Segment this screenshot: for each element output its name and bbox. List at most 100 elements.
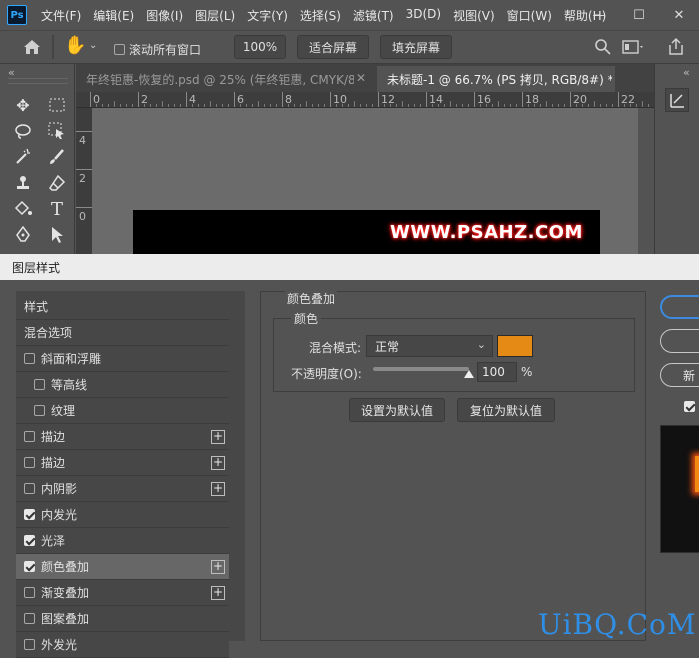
move-tool-icon[interactable]: ✥ bbox=[12, 94, 34, 116]
collapse-panel-icon[interactable]: « bbox=[683, 66, 690, 79]
opacity-slider-thumb[interactable] bbox=[464, 370, 474, 378]
style-list-item[interactable]: 混合选项 bbox=[16, 320, 229, 346]
share-icon[interactable] bbox=[666, 37, 686, 57]
checkbox-icon[interactable] bbox=[24, 483, 35, 494]
style-list-item[interactable]: 描边 + bbox=[16, 450, 229, 476]
style-list-item[interactable]: 描边 + bbox=[16, 424, 229, 450]
right-panel-strip: « bbox=[654, 64, 699, 254]
horizontal-ruler: 02468101214161820222426 bbox=[76, 92, 654, 108]
add-effect-icon[interactable]: + bbox=[211, 456, 225, 470]
search-icon[interactable] bbox=[594, 38, 612, 56]
style-list-label: 描边 bbox=[41, 430, 66, 444]
blend-mode-value: 正常 bbox=[375, 339, 400, 354]
preview-checkbox[interactable] bbox=[684, 401, 695, 415]
zoom-100-button[interactable]: 100% bbox=[234, 35, 286, 59]
ruler-minor-tick bbox=[162, 101, 163, 107]
home-icon[interactable] bbox=[20, 37, 44, 57]
opacity-slider-track[interactable] bbox=[373, 367, 469, 371]
style-list-item[interactable]: 颜色叠加 + bbox=[16, 554, 229, 580]
maximize-icon[interactable]: ☐ bbox=[619, 0, 659, 30]
menu-item[interactable]: 视图(V) bbox=[447, 7, 501, 24]
style-list-item[interactable]: 样式 bbox=[16, 294, 229, 320]
properties-panel-icon[interactable] bbox=[665, 88, 689, 112]
style-list-item[interactable]: 内阴影 + bbox=[16, 476, 229, 502]
reset-default-button[interactable]: 复位为默认值 bbox=[457, 398, 555, 422]
style-list-label: 等高线 bbox=[51, 378, 88, 392]
close-tab-icon[interactable]: ✕ bbox=[356, 71, 366, 85]
minimize-icon[interactable]: — bbox=[579, 0, 619, 30]
scroll-all-windows-checkbox[interactable]: 滚动所有窗口 bbox=[114, 41, 201, 58]
checkbox-icon[interactable] bbox=[684, 401, 695, 412]
ok-button[interactable] bbox=[660, 295, 699, 319]
style-list-item[interactable]: 内发光 bbox=[16, 502, 229, 528]
opacity-unit: % bbox=[521, 365, 533, 379]
add-effect-icon[interactable]: + bbox=[211, 482, 225, 496]
checkbox-icon[interactable] bbox=[114, 44, 125, 55]
menu-item[interactable]: 选择(S) bbox=[294, 7, 347, 24]
overlay-color-swatch[interactable] bbox=[497, 335, 533, 357]
style-list-item[interactable]: 外发光 bbox=[16, 632, 229, 658]
brush-tool-icon[interactable] bbox=[46, 146, 68, 168]
workspace-icon[interactable] bbox=[622, 39, 644, 55]
checkbox-icon[interactable] bbox=[24, 561, 35, 572]
checkbox-icon[interactable] bbox=[24, 613, 35, 624]
checkbox-icon[interactable] bbox=[24, 457, 35, 468]
canvas-text-layer[interactable]: WWW.PSAHZ.COM bbox=[390, 222, 583, 243]
style-list-item[interactable]: 斜面和浮雕 bbox=[16, 346, 229, 372]
add-effect-icon[interactable]: + bbox=[211, 586, 225, 600]
tab-title: 未标题-1 @ 66.7% (PS 拷贝, RGB/8#) * bbox=[387, 72, 612, 87]
menu-item[interactable]: 图像(I) bbox=[140, 7, 189, 24]
magic-wand-icon[interactable] bbox=[12, 146, 34, 168]
checkbox-icon[interactable] bbox=[24, 587, 35, 598]
marquee-tool-icon[interactable] bbox=[46, 94, 68, 116]
checkbox-icon[interactable] bbox=[24, 509, 35, 520]
style-list-item[interactable]: 图案叠加 bbox=[16, 606, 229, 632]
add-effect-icon[interactable]: + bbox=[211, 430, 225, 444]
checkbox-icon[interactable] bbox=[34, 405, 45, 416]
checkbox-icon[interactable] bbox=[24, 431, 35, 442]
menu-item[interactable]: 窗口(W) bbox=[501, 7, 558, 24]
checkbox-icon[interactable] bbox=[24, 535, 35, 546]
add-effect-icon[interactable]: + bbox=[211, 560, 225, 574]
style-list-item[interactable]: 渐变叠加 + bbox=[16, 580, 229, 606]
cancel-button[interactable] bbox=[660, 329, 699, 353]
checkbox-icon[interactable] bbox=[24, 353, 35, 364]
menu-item[interactable]: 3D(D) bbox=[400, 7, 447, 24]
menu-item[interactable]: 编辑(E) bbox=[87, 7, 140, 24]
paint-bucket-icon[interactable] bbox=[12, 198, 34, 220]
menu-item[interactable]: 滤镜(T) bbox=[347, 7, 400, 24]
lasso-tool-icon[interactable] bbox=[12, 120, 34, 142]
tab-document-1[interactable]: 年终钜惠-恢复的.psd @ 25% (年终钜惠, CMYK/8... ✕ bbox=[76, 66, 374, 92]
menu-item[interactable]: 文字(Y) bbox=[241, 7, 294, 24]
hand-tool-icon[interactable]: ✋ bbox=[64, 35, 88, 59]
dialog-title[interactable]: 图层样式 bbox=[0, 254, 699, 280]
ruler-minor-tick bbox=[642, 101, 643, 107]
close-icon[interactable]: ✕ bbox=[659, 0, 699, 30]
style-list-item[interactable]: 光泽 bbox=[16, 528, 229, 554]
chevron-down-icon[interactable]: ⌄ bbox=[89, 40, 97, 51]
menu-item[interactable]: 图层(L) bbox=[189, 7, 241, 24]
eraser-tool-icon[interactable] bbox=[46, 172, 68, 194]
set-default-button[interactable]: 设置为默认值 bbox=[349, 398, 445, 422]
style-list-label: 纹理 bbox=[51, 404, 76, 418]
style-list-item[interactable]: 纹理 bbox=[16, 398, 229, 424]
ruler-tick-mark bbox=[90, 92, 91, 107]
ruler-tick-mark bbox=[618, 92, 619, 107]
checkbox-icon[interactable] bbox=[34, 379, 45, 390]
object-selection-icon[interactable] bbox=[46, 120, 68, 142]
tab-document-2[interactable]: 未标题-1 @ 66.7% (PS 拷贝, RGB/8#) * bbox=[377, 66, 615, 92]
stamp-tool-icon[interactable] bbox=[12, 172, 34, 194]
type-tool-icon[interactable]: T bbox=[46, 198, 68, 220]
style-list-label: 颜色叠加 bbox=[41, 560, 90, 574]
tool-panel-grip[interactable] bbox=[8, 78, 68, 84]
menu-item[interactable]: 文件(F) bbox=[35, 7, 87, 24]
blend-mode-select[interactable]: 正常 ⌄ bbox=[366, 335, 493, 357]
opacity-input[interactable]: 100 bbox=[477, 362, 517, 382]
path-selection-icon[interactable] bbox=[46, 224, 68, 246]
pen-tool-icon[interactable] bbox=[12, 224, 34, 246]
new-style-button[interactable]: 新 bbox=[660, 363, 699, 387]
fill-screen-button[interactable]: 填充屏幕 bbox=[380, 35, 452, 59]
fit-screen-button[interactable]: 适合屏幕 bbox=[297, 35, 369, 59]
style-list-item[interactable]: 等高线 bbox=[16, 372, 229, 398]
ruler-tick-label: 0 bbox=[79, 210, 86, 223]
